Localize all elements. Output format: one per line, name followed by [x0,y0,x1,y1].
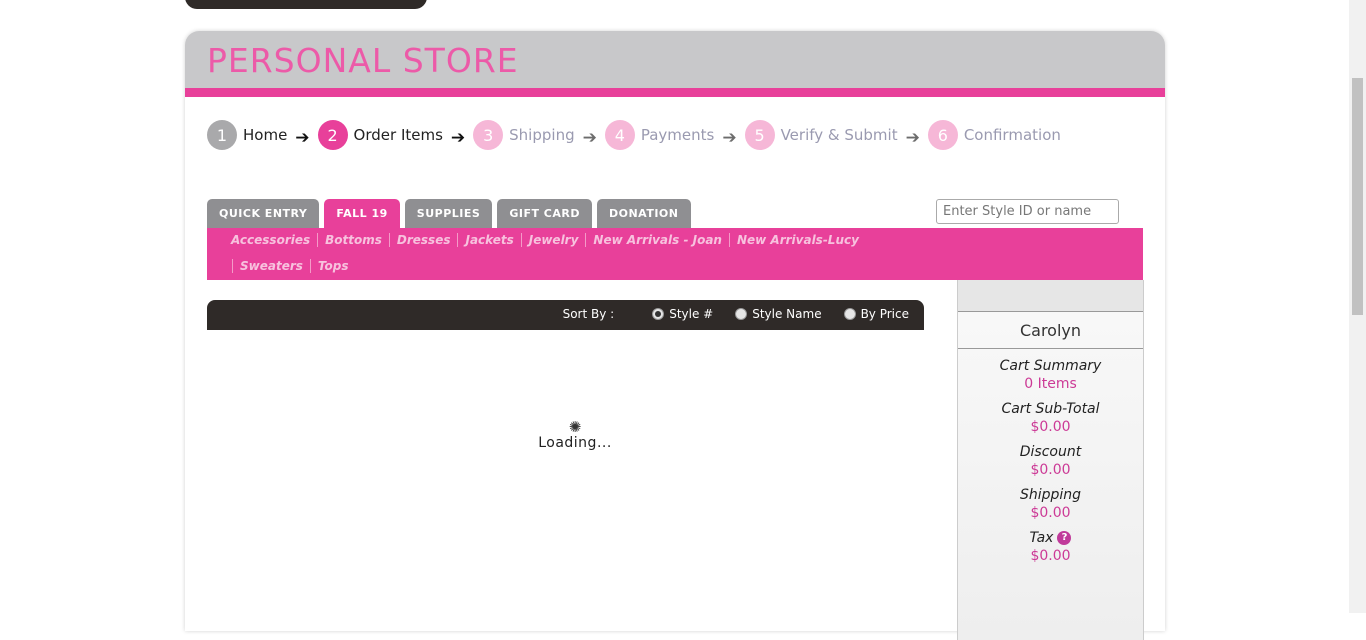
sort-option-label: Style Name [752,307,822,321]
cart-shipping: Shipping $0.00 [958,487,1143,521]
arrow-right-icon: ➔ [722,128,737,148]
category-tabs: QUICK ENTRY FALL 19 SUPPLIES GIFT CARD D… [207,199,696,228]
discount-label: Discount [1019,444,1082,460]
sort-option-style-number[interactable]: Style # [652,307,713,321]
step-number: 4 [604,120,635,150]
loading-text: Loading... [538,435,612,451]
radio-unchecked-icon[interactable] [843,308,856,320]
subcategory-link-new-arrivals-joan[interactable]: New Arrivals - Joan [585,233,729,247]
subtotal-label: Cart Sub-Total [1001,401,1100,417]
cart-item-count: 0 Items [1024,376,1077,392]
sort-label: Sort By : [562,307,615,321]
step-order-items[interactable]: 2 Order Items [317,120,443,150]
sort-bar: Sort By : Style # Style Name By Price [207,300,924,330]
cart-sidebar: Carolyn Cart Summary 0 Items Cart Sub-To… [957,280,1144,640]
store-panel: PERSONAL STORE 1 Home ➔ 2 Order Items ➔ … [185,31,1165,640]
sort-option-by-price[interactable]: By Price [843,307,909,321]
tab-supplies[interactable]: SUPPLIES [404,199,493,228]
tax-label-row: Tax? [958,530,1143,546]
subtotal-value: $0.00 [1030,419,1071,435]
subcategory-row: Accessories Bottoms Dresses Jackets Jewe… [223,233,866,247]
subcategory-row: Sweaters Tops [232,259,356,273]
cart-summary-label: Cart Summary [999,358,1102,374]
discount-value: $0.00 [1030,462,1071,478]
subcategory-link-dresses[interactable]: Dresses [388,233,458,247]
consultant-name: Carolyn [958,312,1143,349]
subcategory-bar: Accessories Bottoms Dresses Jackets Jewe… [207,228,1143,280]
step-number: 5 [744,120,775,150]
cart-summary: Cart Summary 0 Items [958,358,1143,392]
page-scrollbar[interactable] [1349,0,1366,613]
step-label: Order Items [353,126,443,144]
radio-unchecked-icon[interactable] [735,308,748,320]
step-label: Home [243,126,288,144]
subcategory-link-jackets[interactable]: Jackets [457,233,520,247]
tax-value: $0.00 [1030,548,1071,564]
sort-option-label: By Price [860,307,909,321]
store-header: PERSONAL STORE [185,31,1165,97]
scrollbar-thumb[interactable] [1352,78,1363,315]
style-search-input[interactable] [936,199,1119,224]
subcategory-link-tops[interactable]: Tops [309,259,356,273]
sidebar-top-strip [958,280,1143,312]
step-label: Shipping [509,126,575,144]
subcategory-link-sweaters[interactable]: Sweaters [232,259,310,273]
step-number: 1 [207,120,237,150]
tab-quick-entry[interactable]: QUICK ENTRY [207,199,320,228]
arrow-right-icon: ➔ [905,128,920,148]
subcategory-link-bottoms[interactable]: Bottoms [317,233,389,247]
step-verify-submit: 5 Verify & Submit [744,120,898,150]
step-number: 3 [473,120,504,150]
checkout-steps: 1 Home ➔ 2 Order Items ➔ 3 Shipping ➔ 4 … [207,119,1061,151]
step-label: Payments [640,126,715,144]
step-number: 2 [317,120,348,150]
tab-donation[interactable]: DONATION [596,199,691,228]
help-icon[interactable]: ? [1057,531,1072,545]
arrow-right-icon: ➔ [295,128,310,148]
tab-fall-19[interactable]: FALL 19 [324,199,400,228]
sort-option-label: Style # [669,307,714,321]
tab-gift-card[interactable]: GIFT CARD [497,199,592,228]
subcategory-link-new-arrivals-lucy[interactable]: New Arrivals-Lucy [728,233,866,247]
sort-option-style-name[interactable]: Style Name [735,307,822,321]
cart-tax: Tax? $0.00 [958,530,1143,564]
cart-subtotal: Cart Sub-Total $0.00 [958,401,1143,435]
step-shipping: 3 Shipping [473,120,575,150]
top-nav-pill [185,0,427,9]
arrow-right-icon: ➔ [450,128,466,148]
cart-discount: Discount $0.00 [958,444,1143,478]
subcategory-link-jewelry[interactable]: Jewelry [520,233,586,247]
step-number: 6 [927,120,958,150]
page-title: PERSONAL STORE [207,41,519,80]
step-label: Confirmation [963,126,1061,144]
spinner-icon: ✺ [568,418,582,436]
step-home[interactable]: 1 Home [207,120,287,150]
subcategory-link-accessories[interactable]: Accessories [223,233,317,247]
tax-label: Tax [1029,530,1054,546]
arrow-right-icon: ➔ [582,128,597,148]
shipping-label: Shipping [1019,487,1082,503]
step-confirmation: 6 Confirmation [927,120,1061,150]
step-payments: 4 Payments [604,120,715,150]
loading-indicator: ✺ Loading... [525,419,625,451]
step-label: Verify & Submit [780,126,898,144]
radio-checked-icon[interactable] [652,308,665,320]
shipping-value: $0.00 [1030,505,1071,521]
